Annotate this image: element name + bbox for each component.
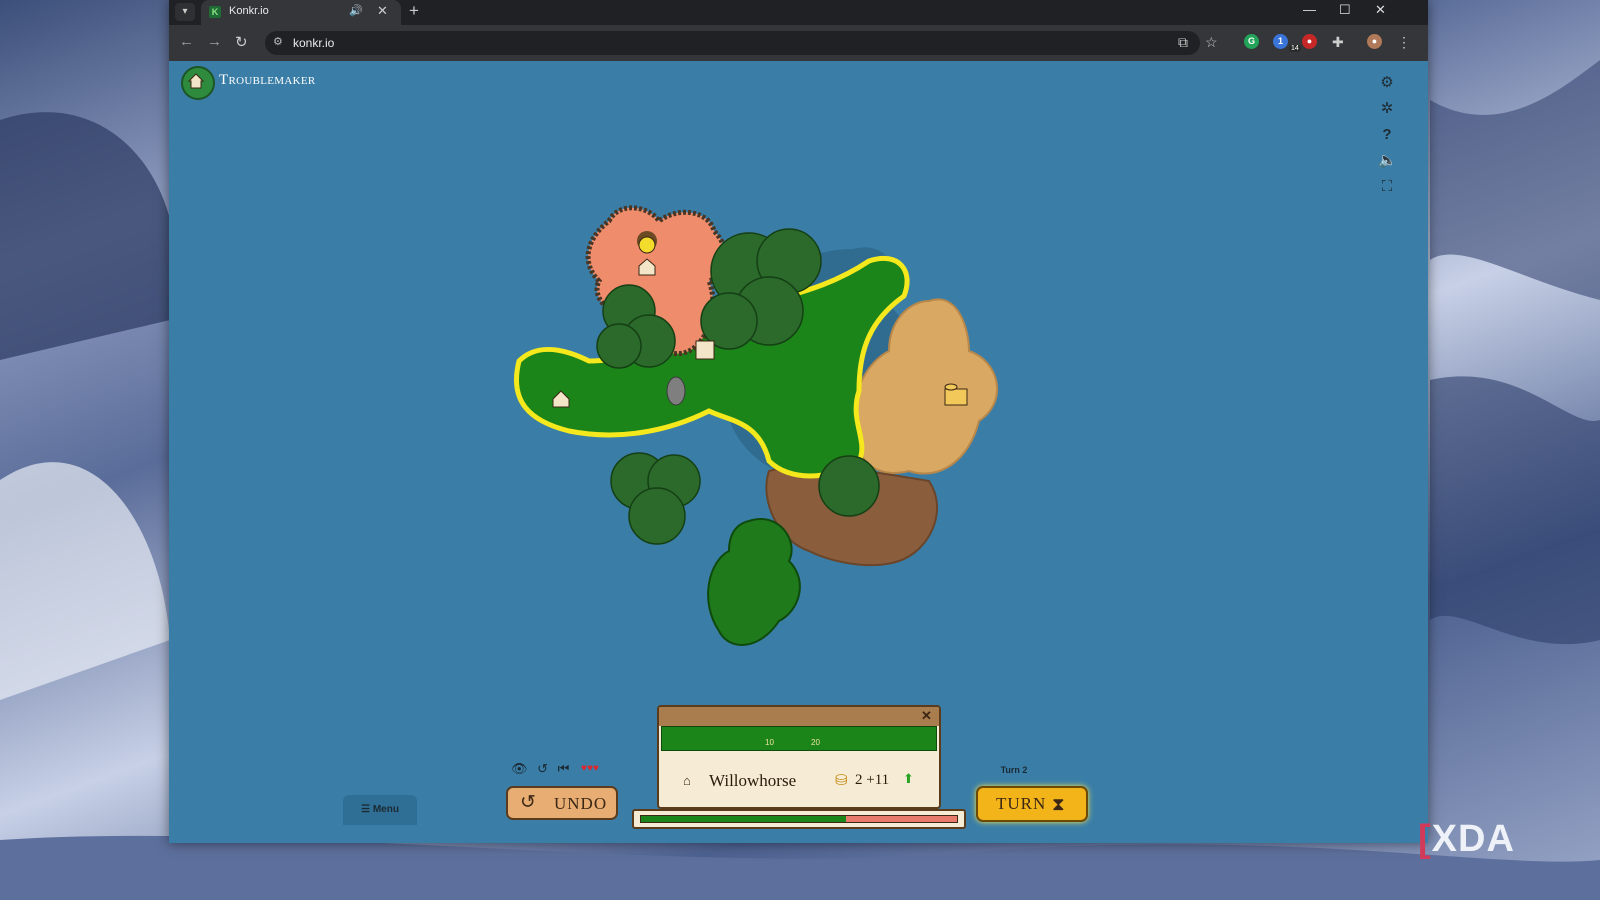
undo-button[interactable]: ↺ UNDO [506, 786, 618, 820]
address-bar[interactable]: ⚙ konkr.io [265, 31, 1200, 55]
stone-tower-icon[interactable] [666, 376, 686, 406]
turn-label: TURN [996, 794, 1047, 813]
konkr-favicon-icon: K [209, 6, 221, 18]
mini-controls: 👁 ↺ ⏮ [511, 761, 569, 777]
extensions-puzzle-icon[interactable]: ✚ [1332, 34, 1344, 51]
town-panel: ✕ 10 20 ⌂ Willowhorse ⛁ 2 +11 ⬆ [657, 705, 941, 809]
tab-title: Konkr.io [229, 5, 269, 17]
hourglass-icon: ⧗ [1052, 794, 1065, 814]
maximize-icon[interactable]: ☐ [1339, 2, 1351, 18]
browser-menu-icon[interactable]: ⋮ [1397, 34, 1411, 51]
xda-watermark-logo: [XDA [1418, 818, 1515, 860]
browser-toolbar: ← → ↻ ⚙ konkr.io ⧉ ☆ G 1 ● ✚ ● ⋮ [169, 25, 1428, 61]
progress-track [640, 815, 958, 823]
adblock-extension-icon[interactable]: ● [1302, 34, 1317, 49]
bookmark-star-icon[interactable]: ☆ [1205, 34, 1218, 51]
back-icon[interactable]: ← [179, 33, 194, 50]
password-manager-extension-icon[interactable]: 1 [1273, 34, 1288, 49]
reload-icon[interactable]: ↻ [235, 33, 248, 51]
undo-label: UNDO [554, 794, 608, 813]
site-settings-icon[interactable]: ⚙ [273, 35, 283, 48]
window-close-icon[interactable]: ✕ [1375, 2, 1386, 18]
menu-button[interactable]: ☰ Menu [343, 795, 417, 825]
salmon-castle-icon[interactable] [695, 340, 715, 360]
green-territory-south[interactable] [707, 518, 801, 646]
panel-close-icon[interactable]: ✕ [921, 708, 932, 724]
gold-coins-icon: ⛁ [835, 772, 848, 789]
tier-1-cost: 10 [765, 738, 774, 747]
undo-icon: ↺ [520, 792, 536, 813]
minimize-icon[interactable]: — [1303, 2, 1316, 17]
url-text[interactable]: konkr.io [293, 36, 334, 50]
progress-fill [641, 816, 847, 822]
game-canvas[interactable]: Troublemaker ⚙ ✲ ? 🔈 ⛶ ☰ Menu 👁 ↺ ⏮ ♥♥♥ … [169, 61, 1428, 843]
salmon-capital-unit[interactable] [637, 231, 657, 254]
forward-icon[interactable]: → [207, 33, 222, 50]
audio-playing-icon[interactable]: 🔊 [349, 4, 363, 17]
town-name: Willowhorse [709, 771, 797, 790]
turn-indicator: Turn 2 [1000, 765, 1028, 775]
tier-2-cost: 20 [811, 738, 820, 747]
town-gold-value: 2 +11 [855, 772, 890, 788]
install-app-icon[interactable]: ⧉ [1178, 34, 1188, 51]
extension-badge: 14 [1289, 45, 1301, 52]
browser-window: ▾ K Konkr.io 🔊 ✕ + — ☐ ✕ ← → ↻ ⚙ konkr.i… [169, 0, 1428, 843]
skip-back-icon[interactable]: ⏮ [558, 761, 570, 776]
end-turn-button[interactable]: TURN ⧗ [976, 786, 1088, 822]
town-house-icon: ⌂ [683, 773, 691, 788]
tab-konkr[interactable]: K Konkr.io 🔊 ✕ [201, 0, 401, 25]
unit-shop-header [659, 707, 939, 726]
unit-shop-bar[interactable] [661, 726, 937, 751]
menu-label: Menu [372, 804, 399, 815]
vision-icon[interactable]: 👁 [511, 761, 528, 776]
grammarly-extension-icon[interactable]: G [1244, 34, 1259, 49]
territory-progress-bar [632, 809, 966, 829]
income-arrow-icon: ⬆ [903, 771, 914, 786]
replay-icon[interactable]: ↺ [537, 761, 548, 776]
lives-hearts: ♥♥♥ [581, 763, 599, 774]
tab-search-icon[interactable]: ▾ [175, 3, 195, 21]
tab-close-icon[interactable]: ✕ [377, 3, 388, 19]
profile-avatar[interactable]: ● [1367, 34, 1382, 49]
tab-strip: ▾ K Konkr.io 🔊 ✕ + — ☐ ✕ [169, 0, 1428, 25]
new-tab-icon[interactable]: + [409, 1, 419, 21]
